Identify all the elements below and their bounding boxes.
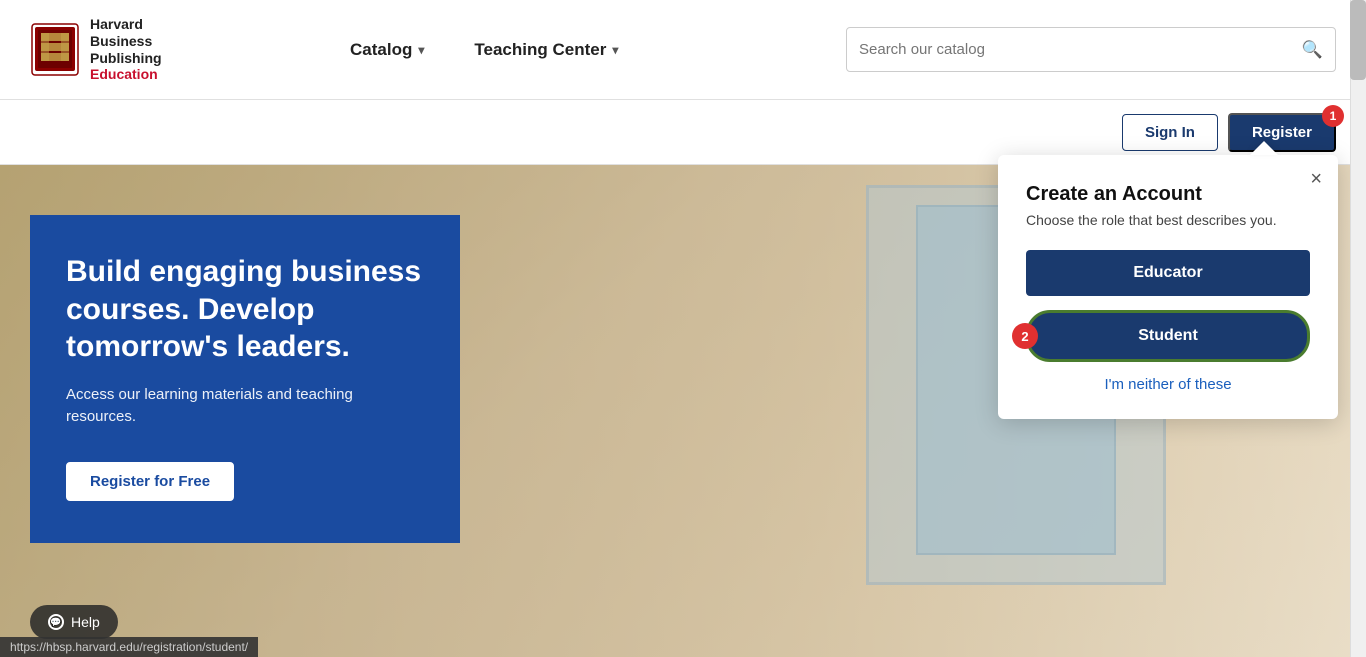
modal-title: Create an Account (1026, 183, 1310, 206)
search-bar[interactable]: 🔍 (846, 27, 1336, 72)
neither-link[interactable]: I'm neither of these (1026, 376, 1310, 393)
teaching-center-nav-item[interactable]: Teaching Center ▾ (474, 40, 618, 60)
hero-subtitle: Access our learning materials and teachi… (66, 384, 424, 429)
modal-close-button[interactable]: × (1310, 169, 1322, 189)
signin-button[interactable]: Sign In (1122, 114, 1218, 151)
chat-icon: 💬 (48, 614, 64, 630)
student-button-wrap: 2 Student (1026, 310, 1310, 362)
scrollbar-thumb[interactable] (1350, 0, 1366, 80)
site-header: Harvard Business Publishing Education Ca… (0, 0, 1366, 100)
harvard-shield-icon (30, 22, 80, 77)
teaching-center-label: Teaching Center (474, 40, 606, 60)
catalog-chevron-icon: ▾ (418, 43, 424, 57)
search-input[interactable] (859, 41, 1302, 58)
catalog-label: Catalog (350, 40, 412, 60)
main-nav: Catalog ▾ Teaching Center ▾ (350, 40, 618, 60)
modal-arrow (1250, 141, 1278, 155)
educator-button[interactable]: Educator (1026, 250, 1310, 296)
hero-content-box: Build engaging business courses. Develop… (30, 215, 460, 543)
help-label: Help (71, 614, 100, 630)
student-button[interactable]: Student (1026, 310, 1310, 362)
url-bar: https://hbsp.harvard.edu/registration/st… (0, 637, 258, 657)
register-free-button[interactable]: Register for Free (66, 462, 234, 501)
logo-line3: Publishing (90, 50, 162, 67)
logo-line4: Education (90, 66, 162, 83)
logo-line2: Business (90, 33, 162, 50)
register-label: Register (1252, 124, 1312, 141)
search-icon: 🔍 (1302, 40, 1323, 60)
help-button[interactable]: 💬 Help (30, 605, 118, 639)
teaching-center-chevron-icon: ▾ (612, 43, 618, 57)
logo-line1: Harvard (90, 16, 162, 33)
register-button[interactable]: Register 1 (1228, 113, 1336, 152)
create-account-modal: × Create an Account Choose the role that… (998, 155, 1338, 419)
logo-area[interactable]: Harvard Business Publishing Education (30, 16, 230, 83)
url-text: https://hbsp.harvard.edu/registration/st… (10, 640, 248, 654)
hero-title: Build engaging business courses. Develop… (66, 253, 424, 366)
register-badge: 1 (1322, 105, 1344, 127)
catalog-nav-item[interactable]: Catalog ▾ (350, 40, 424, 60)
student-badge: 2 (1012, 323, 1038, 349)
logo-text: Harvard Business Publishing Education (90, 16, 162, 83)
scrollbar-track[interactable] (1350, 0, 1366, 657)
modal-subtitle: Choose the role that best describes you. (1026, 212, 1310, 228)
